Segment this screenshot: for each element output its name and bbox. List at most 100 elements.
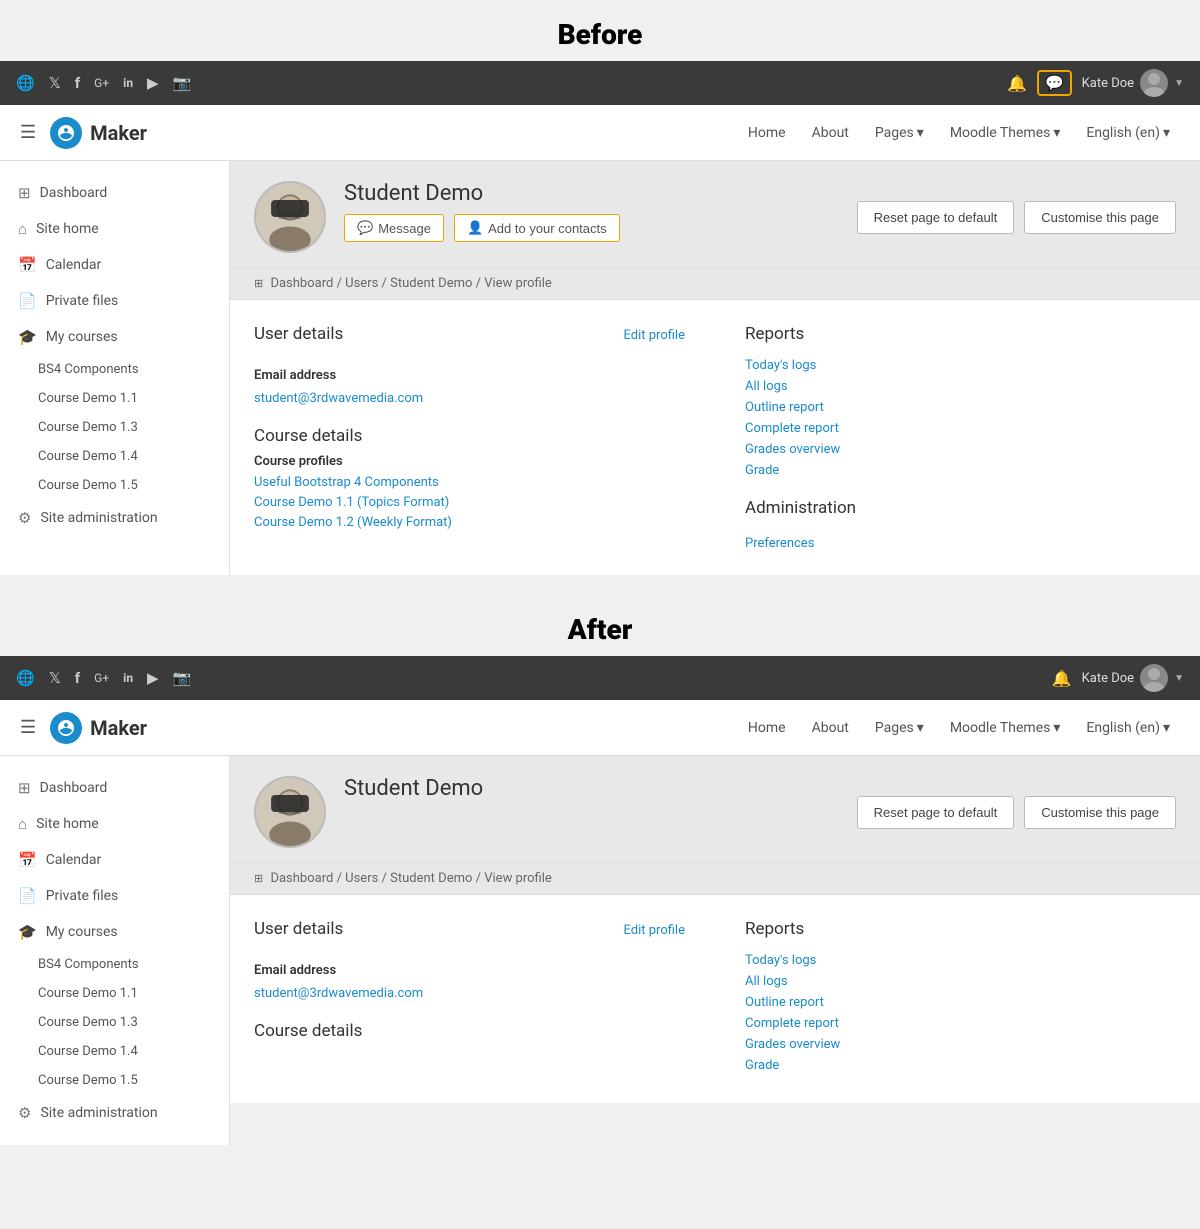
grade-link[interactable]: Grade — [745, 463, 1176, 478]
logo-after[interactable]: Maker — [50, 712, 147, 744]
linkedin-icon[interactable]: in — [123, 76, 133, 90]
nav-english[interactable]: English (en) ▾ — [1076, 119, 1180, 147]
breadcrumb-student-demo-after[interactable]: Student Demo — [390, 871, 472, 886]
linkedin-icon-after[interactable]: in — [123, 671, 133, 685]
nav-about-after[interactable]: About — [802, 714, 859, 742]
breadcrumb-dashboard[interactable]: Dashboard — [270, 276, 333, 291]
message-button-before[interactable]: 💬 Message — [344, 214, 444, 242]
contacts-button-before[interactable]: 👤 Add to your contacts — [454, 214, 620, 242]
customise-page-button[interactable]: Customise this page — [1024, 201, 1176, 234]
nav-pages-after[interactable]: Pages ▾ — [865, 714, 934, 742]
user-caret-after[interactable]: ▼ — [1174, 673, 1184, 684]
instagram-icon[interactable]: 📷 — [173, 74, 192, 92]
sidebar-sub-course14[interactable]: Course Demo 1.4 — [0, 442, 229, 471]
nav-home[interactable]: Home — [738, 119, 796, 147]
nav-moodle-themes-after[interactable]: Moodle Themes ▾ — [940, 714, 1071, 742]
sidebar-item-site-admin-after[interactable]: ⚙ Site administration — [0, 1095, 229, 1131]
todays-logs-link-after[interactable]: Today's logs — [745, 953, 1176, 968]
hamburger-icon[interactable]: ☰ — [20, 122, 36, 143]
sidebar-item-calendar-after[interactable]: 📅 Calendar — [0, 842, 229, 878]
grades-overview-link[interactable]: Grades overview — [745, 442, 1176, 457]
outline-report-link[interactable]: Outline report — [745, 400, 1176, 415]
course-link-1[interactable]: Useful Bootstrap 4 Components — [254, 475, 685, 490]
youtube-icon-after[interactable]: ▶ — [147, 669, 159, 687]
outline-report-link-after[interactable]: Outline report — [745, 995, 1176, 1010]
nav-english-after[interactable]: English (en) ▾ — [1076, 714, 1180, 742]
reset-page-button-after[interactable]: Reset page to default — [857, 796, 1015, 829]
sidebar-sub-bs4-after[interactable]: BS4 Components — [0, 950, 229, 979]
logo[interactable]: Maker — [50, 117, 147, 149]
todays-logs-link[interactable]: Today's logs — [745, 358, 1176, 373]
facebook-icon[interactable]: f — [75, 74, 80, 92]
edit-profile-link[interactable]: Edit profile — [624, 328, 686, 343]
hamburger-icon-after[interactable]: ☰ — [20, 717, 36, 738]
bell-icon-after[interactable]: 🔔 — [1052, 669, 1072, 688]
preferences-link-before[interactable]: Preferences — [745, 536, 814, 551]
avatar[interactable] — [1140, 69, 1168, 97]
instagram-icon-after[interactable]: 📷 — [173, 669, 192, 687]
sidebar-sub-course11[interactable]: Course Demo 1.1 — [0, 384, 229, 413]
nav-moodle-themes[interactable]: Moodle Themes ▾ — [940, 119, 1071, 147]
moodle-caret-icon: ▾ — [1053, 125, 1060, 141]
sidebar-after: ⊞ Dashboard ⌂ Site home 📅 Calendar 📄 Pri… — [0, 756, 230, 1145]
complete-report-link-after[interactable]: Complete report — [745, 1016, 1176, 1031]
sidebar-sub-bs4[interactable]: BS4 Components — [0, 355, 229, 384]
breadcrumb-student-demo[interactable]: Student Demo — [390, 276, 472, 291]
sidebar-item-site-home[interactable]: ⌂ Site home — [0, 211, 229, 247]
sidebar-sub-course15[interactable]: Course Demo 1.5 — [0, 471, 229, 500]
nav-links: Home About Pages ▾ Moodle Themes ▾ Engli… — [738, 119, 1180, 147]
sidebar-item-site-home-after[interactable]: ⌂ Site home — [0, 806, 229, 842]
grade-link-after[interactable]: Grade — [745, 1058, 1176, 1073]
message-icon-button[interactable]: 💬 — [1037, 70, 1072, 96]
sidebar-sub-course13[interactable]: Course Demo 1.3 — [0, 413, 229, 442]
twitter-icon-after[interactable]: 𝕏 — [49, 669, 61, 687]
globe-icon[interactable]: 🌐 — [16, 74, 35, 92]
complete-report-link[interactable]: Complete report — [745, 421, 1176, 436]
sidebar-sub-course15-after[interactable]: Course Demo 1.5 — [0, 1066, 229, 1095]
nav-about[interactable]: About — [802, 119, 859, 147]
twitter-icon[interactable]: 𝕏 — [49, 74, 61, 92]
nav-home-after[interactable]: Home — [738, 714, 796, 742]
calendar-icon: 📅 — [18, 256, 37, 274]
english-caret-icon: ▾ — [1163, 125, 1170, 141]
breadcrumb-users-after[interactable]: Users — [345, 871, 378, 886]
sidebar-sub-course11-after[interactable]: Course Demo 1.1 — [0, 979, 229, 1008]
course-link-2[interactable]: Course Demo 1.1 (Topics Format) — [254, 495, 685, 510]
after-label: After — [0, 595, 1200, 656]
sidebar-item-calendar[interactable]: 📅 Calendar — [0, 247, 229, 283]
email-link[interactable]: student@3rdwavemedia.com — [254, 391, 423, 406]
globe-icon-after[interactable]: 🌐 — [16, 669, 35, 687]
sidebar-item-dashboard-after[interactable]: ⊞ Dashboard — [0, 770, 229, 806]
google-plus-icon-after[interactable]: G+ — [94, 671, 109, 685]
bell-icon[interactable]: 🔔 — [1007, 74, 1027, 93]
breadcrumb-users[interactable]: Users — [345, 276, 378, 291]
email-link-after[interactable]: student@3rdwavemedia.com — [254, 986, 423, 1001]
sidebar-item-private-files[interactable]: 📄 Private files — [0, 283, 229, 319]
sidebar-item-site-admin[interactable]: ⚙ Site administration — [0, 500, 229, 536]
profile-actions-before: 💬 Message 👤 Add to your contacts — [344, 214, 839, 242]
google-plus-icon[interactable]: G+ — [94, 76, 109, 90]
all-logs-link-after[interactable]: All logs — [745, 974, 1176, 989]
sidebar-sub-course14-after[interactable]: Course Demo 1.4 — [0, 1037, 229, 1066]
admin-icon-after: ⚙ — [18, 1104, 31, 1122]
customise-page-button-after[interactable]: Customise this page — [1024, 796, 1176, 829]
sidebar-item-private-files-after[interactable]: 📄 Private files — [0, 878, 229, 914]
breadcrumb-view-profile: View profile — [484, 276, 552, 291]
user-details-title-after: User details — [254, 919, 343, 939]
youtube-icon[interactable]: ▶ — [147, 74, 159, 92]
sidebar-sub-course13-after[interactable]: Course Demo 1.3 — [0, 1008, 229, 1037]
facebook-icon-after[interactable]: f — [75, 669, 80, 687]
sidebar-before: ⊞ Dashboard ⌂ Site home 📅 Calendar 📄 Pri… — [0, 161, 230, 575]
avatar-after[interactable] — [1140, 664, 1168, 692]
course-link-3[interactable]: Course Demo 1.2 (Weekly Format) — [254, 515, 685, 530]
breadcrumb-dashboard-after[interactable]: Dashboard — [270, 871, 333, 886]
sidebar-item-my-courses[interactable]: 🎓 My courses — [0, 319, 229, 355]
sidebar-item-my-courses-after[interactable]: 🎓 My courses — [0, 914, 229, 950]
edit-profile-link-after[interactable]: Edit profile — [624, 923, 686, 938]
all-logs-link[interactable]: All logs — [745, 379, 1176, 394]
reset-page-button[interactable]: Reset page to default — [857, 201, 1015, 234]
sidebar-item-dashboard[interactable]: ⊞ Dashboard — [0, 175, 229, 211]
nav-pages[interactable]: Pages ▾ — [865, 119, 934, 147]
user-caret[interactable]: ▼ — [1174, 78, 1184, 89]
grades-overview-link-after[interactable]: Grades overview — [745, 1037, 1176, 1052]
